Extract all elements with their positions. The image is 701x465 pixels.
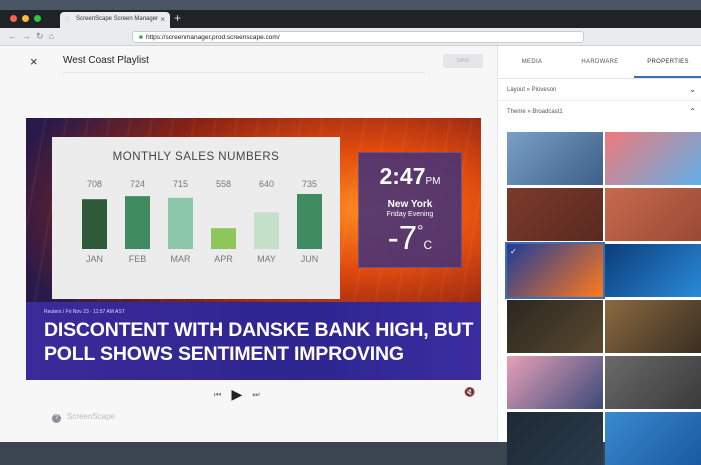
- category-label: MAR: [171, 254, 192, 264]
- bar-jan: [82, 199, 107, 249]
- tab-title: ScreenScape Screen Manager: [76, 16, 159, 22]
- close-tab-icon[interactable]: ×: [160, 15, 165, 24]
- sales-bar-chart: 708 JAN 724 FEB 715 MAR 558 APR 640 MAY 735 JUN: [82, 179, 322, 264]
- browser-tab[interactable]: ◌ ScreenScape Screen Manager ×: [60, 12, 170, 28]
- news-ticker: Reuters / Fri Nov 23 · 11:57 AM AST DISC…: [26, 302, 481, 380]
- home-icon[interactable]: ⌂: [49, 31, 59, 41]
- nav-buttons: ←→↻⌂: [8, 31, 59, 42]
- url-text: https://screenmanager.prod.screenscape.c…: [145, 34, 280, 41]
- theme-thumbnail-dark-panel[interactable]: [507, 412, 603, 465]
- value-label: 735: [302, 179, 317, 189]
- value-label: 715: [173, 179, 188, 189]
- mute-icon[interactable]: 🔇: [464, 387, 475, 398]
- theme-thumbnail-dusk-city[interactable]: [507, 356, 603, 409]
- playlist-name-field[interactable]: West Coast Playlist: [63, 55, 425, 73]
- degree-symbol: °: [417, 223, 424, 240]
- temp-value: -7: [387, 219, 418, 256]
- weather-temperature: -7°C: [359, 219, 461, 257]
- weather-period: Friday Evening: [386, 211, 434, 218]
- bar-mar: [168, 197, 193, 249]
- play-icon[interactable]: ▶: [231, 386, 242, 402]
- ampm-value: PM: [425, 176, 441, 187]
- theme-selector[interactable]: Theme » Broadcast1 ⌃: [498, 101, 701, 123]
- check-icon: ✓: [510, 247, 517, 256]
- value-label: 724: [130, 179, 145, 189]
- ticker-meta: Reuters / Fri Nov 23 · 11:57 AM AST: [44, 309, 125, 315]
- theme-thumbnail-bokeh-dark[interactable]: [507, 300, 603, 353]
- theme-label: Theme » Broadcast1: [507, 109, 563, 115]
- theme-thumbnail-brick-light[interactable]: [605, 188, 701, 241]
- help-icon[interactable]: ?: [52, 414, 61, 423]
- layout-selector[interactable]: Layout » Pioveson ⌄: [498, 79, 701, 101]
- bar-jun: [297, 194, 322, 249]
- new-tab-icon[interactable]: +: [174, 11, 181, 25]
- theme-thumbnail-sky-gradient[interactable]: [605, 132, 701, 185]
- skip-forward-icon[interactable]: ⏭: [252, 390, 259, 399]
- value-label: 708: [87, 179, 102, 189]
- value-label: 558: [216, 179, 231, 189]
- reload-icon[interactable]: ↻: [36, 31, 49, 41]
- browser-toolbar: ←→↻⌂ ■ https://screenmanager.prod.screens…: [0, 28, 701, 46]
- chevron-down-icon: ⌄: [689, 85, 696, 94]
- browser-tab-bar: ◌ ScreenScape Screen Manager × +: [0, 10, 701, 28]
- panel-tabs: MEDIA HARDWARE PROPERTIES: [498, 46, 701, 79]
- skip-back-icon[interactable]: ⏮: [214, 390, 221, 399]
- forward-icon[interactable]: →: [22, 31, 36, 41]
- category-label: JUN: [301, 254, 319, 264]
- category-label: FEB: [129, 254, 147, 264]
- sales-chart-card: MONTHLY SALES NUMBERS 708 JAN 724 FEB 715 MAR…: [52, 137, 340, 299]
- tab-properties[interactable]: PROPERTIES: [634, 46, 701, 78]
- theme-thumbnail-ocean[interactable]: [605, 412, 701, 465]
- tab-hardware[interactable]: HARDWARE: [566, 46, 634, 78]
- window-controls: [10, 15, 41, 22]
- maximize-window-button[interactable]: [34, 15, 41, 22]
- theme-thumbnail-blue-gradient[interactable]: [507, 132, 603, 185]
- weather-widget: 2:47PM New York Friday Evening -7°C: [358, 152, 462, 268]
- value-label: 640: [259, 179, 274, 189]
- bar-apr: [211, 228, 236, 249]
- theme-thumbnail-bokeh-gold[interactable]: [605, 300, 701, 353]
- playback-controls: ⏮ ▶ ⏭: [214, 384, 260, 402]
- tab-media[interactable]: MEDIA: [498, 46, 566, 78]
- back-icon[interactable]: ←: [8, 31, 22, 41]
- close-window-button[interactable]: [10, 15, 17, 22]
- footer-brand: ? ScreenScape: [52, 412, 115, 423]
- weather-city: New York: [387, 199, 433, 210]
- ticker-headline-line-2: POLL SHOWS SENTIMENT IMPROVING: [44, 343, 404, 365]
- minimize-window-button[interactable]: [22, 15, 29, 22]
- theme-thumbnail-grey-texture[interactable]: [605, 356, 701, 409]
- editor-pane: × West Coast Playlist SAVE MONTHLY SALES…: [0, 46, 497, 442]
- category-label: MAY: [257, 254, 276, 264]
- theme-thumbnail-studio-blue[interactable]: [605, 244, 701, 297]
- preview-stage: MONTHLY SALES NUMBERS 708 JAN 724 FEB 715 MAR…: [26, 118, 481, 380]
- brand-logo: ScreenScape: [67, 412, 116, 421]
- lock-icon: ■: [139, 34, 143, 41]
- ticker-headline-line-1: DISCONTENT WITH DANSKE BANK HIGH, BUT: [44, 319, 474, 341]
- save-button[interactable]: SAVE: [443, 54, 483, 68]
- properties-panel: MEDIA HARDWARE PROPERTIES Layout » Piove…: [497, 46, 701, 465]
- bar-may: [254, 212, 279, 249]
- chevron-up-icon: ⌃: [689, 107, 696, 116]
- time-value: 2:47: [379, 163, 426, 189]
- weather-time: 2:47PM: [359, 163, 461, 190]
- theme-thumbnail-brick-dark[interactable]: [507, 188, 603, 241]
- address-bar[interactable]: ■ https://screenmanager.prod.screenscape.…: [132, 31, 584, 43]
- bar-feb: [125, 196, 150, 249]
- theme-thumbnail-broadcast-orange-blue[interactable]: ✓: [505, 242, 605, 299]
- temp-unit: C: [423, 238, 433, 252]
- category-label: APR: [214, 254, 233, 264]
- theme-thumbnail-grid: ✓: [505, 132, 701, 465]
- close-icon[interactable]: ×: [30, 54, 38, 69]
- category-label: JAN: [86, 254, 103, 264]
- screen-manager-app: × West Coast Playlist SAVE MONTHLY SALES…: [0, 46, 701, 465]
- layout-label: Layout » Pioveson: [507, 87, 557, 93]
- tab-favicon-icon: ◌: [65, 16, 70, 23]
